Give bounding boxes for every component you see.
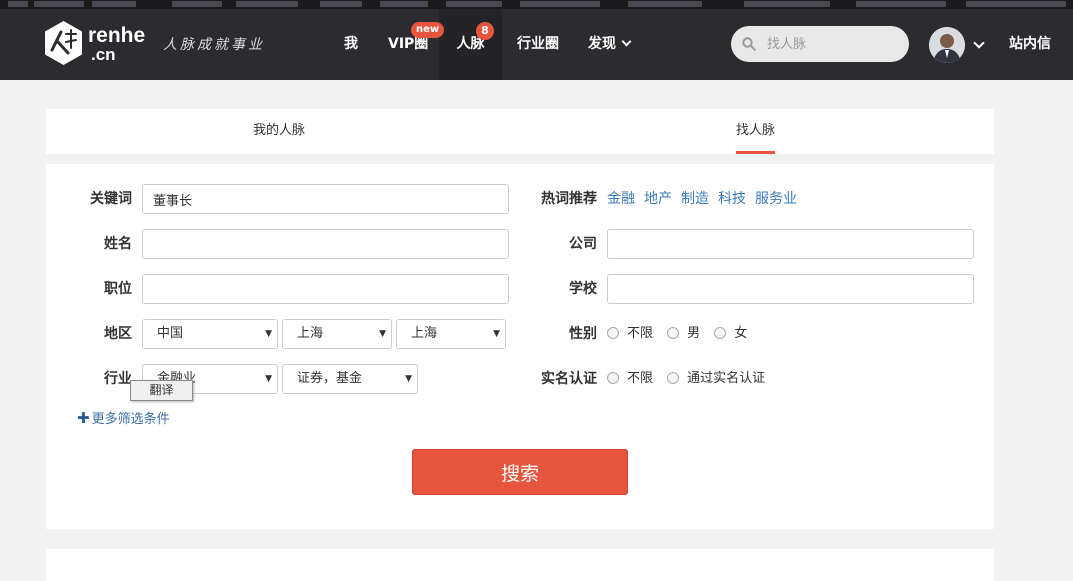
school-input[interactable] bbox=[607, 274, 974, 304]
province-select[interactable]: 上海 ▼ bbox=[282, 319, 392, 349]
search-icon[interactable] bbox=[742, 37, 756, 51]
logo-wordmark[interactable]: renhe .cn bbox=[88, 25, 145, 64]
more-filters-label: 更多筛选条件 bbox=[91, 412, 170, 427]
gender-any-radio[interactable]: 不限 bbox=[607, 319, 653, 349]
verification-any-radio[interactable]: 不限 bbox=[607, 364, 653, 394]
name-input[interactable] bbox=[142, 229, 509, 259]
industry-label: 行业 bbox=[104, 371, 132, 387]
radio-circle-icon bbox=[607, 327, 619, 339]
nav-item-discover[interactable]: 发现 bbox=[588, 9, 632, 80]
plus-icon: ✚ bbox=[77, 409, 90, 427]
gender-male-radio[interactable]: 男 bbox=[667, 319, 700, 349]
city-select-value: 上海 bbox=[411, 326, 438, 341]
radio-circle-icon bbox=[607, 372, 619, 384]
hot-word-link[interactable]: 制造 bbox=[681, 184, 709, 214]
keyword-label: 关键词 bbox=[90, 191, 132, 207]
tab-find-label: 找人脉 bbox=[736, 123, 776, 138]
nav-item-connections[interactable]: 人脉 bbox=[439, 9, 502, 80]
new-badge: new bbox=[411, 22, 445, 38]
company-label: 公司 bbox=[569, 236, 597, 252]
dropdown-arrow-icon: ▼ bbox=[379, 329, 386, 339]
results-panel bbox=[46, 549, 994, 581]
school-label: 学校 bbox=[569, 281, 597, 297]
gender-option-label: 男 bbox=[687, 326, 701, 341]
user-photo-icon bbox=[929, 27, 965, 63]
tab-find-connections[interactable]: 找人脉 bbox=[736, 109, 776, 154]
people-search-box bbox=[731, 26, 909, 62]
chevron-down-icon bbox=[621, 36, 632, 47]
search-button[interactable]: 搜索 bbox=[412, 449, 628, 495]
verification-option-label: 不限 bbox=[627, 371, 654, 386]
position-label: 职位 bbox=[104, 281, 132, 297]
gender-option-label: 女 bbox=[734, 326, 748, 341]
verification-label: 实名认证 bbox=[541, 371, 597, 387]
dropdown-arrow-icon: ▼ bbox=[493, 329, 500, 339]
sub-industry-select-value: 证券，基金 bbox=[297, 371, 363, 386]
dropdown-arrow-icon: ▼ bbox=[265, 329, 272, 339]
radio-circle-icon bbox=[714, 327, 727, 339]
hot-word-link[interactable]: 金融 bbox=[607, 184, 635, 214]
search-form: 关键词 姓名 职位 地区 中国▼ 上海▼ 上海▼ 行业 金融业▼ 证券，基金▼ … bbox=[46, 164, 994, 529]
browser-bookmarks-bar bbox=[0, 0, 1073, 9]
gender-option-label: 不限 bbox=[627, 326, 654, 341]
people-search-input[interactable] bbox=[767, 26, 899, 62]
slogan: 人脉成就事业 bbox=[163, 37, 265, 53]
dropdown-arrow-icon: ▼ bbox=[265, 374, 272, 384]
inbox-link[interactable]: 站内信 bbox=[1009, 9, 1051, 80]
dropdown-arrow-icon: ▼ bbox=[405, 374, 412, 384]
hot-word-link[interactable]: 科技 bbox=[718, 184, 746, 214]
verification-radio-group: 不限 通过实名认证 bbox=[607, 364, 775, 394]
nav-discover-label: 发现 bbox=[588, 36, 616, 52]
country-select[interactable]: 中国 ▼ bbox=[142, 319, 278, 349]
company-input[interactable] bbox=[607, 229, 974, 259]
nav-item-vip-circle[interactable]: VIP圈 bbox=[388, 9, 428, 80]
account-chevron-down-icon[interactable] bbox=[973, 37, 985, 49]
hot-word-link[interactable]: 服务业 bbox=[755, 184, 797, 214]
city-select[interactable]: 上海 ▼ bbox=[396, 319, 506, 349]
hot-word-link[interactable]: 地产 bbox=[644, 184, 672, 214]
radio-circle-icon bbox=[667, 327, 680, 339]
notification-count-badge: 8 bbox=[476, 22, 494, 40]
country-select-value: 中国 bbox=[157, 326, 184, 341]
keyword-input[interactable] bbox=[142, 184, 509, 214]
translate-popup-button[interactable]: 翻译 bbox=[130, 380, 193, 401]
verification-verified-radio[interactable]: 通过实名认证 bbox=[667, 364, 765, 394]
top-navigation-bar: renhe .cn 人脉成就事业 我 VIP圈 人脉 行业圈 发现 new 8 … bbox=[0, 9, 1073, 80]
name-label: 姓名 bbox=[104, 236, 132, 252]
active-tab-indicator bbox=[736, 151, 776, 154]
renhe-logo-icon[interactable] bbox=[44, 20, 83, 66]
connections-tabs: 我的人脉 找人脉 bbox=[46, 109, 994, 154]
gender-radio-group: 不限 男 女 bbox=[607, 319, 757, 349]
position-input[interactable] bbox=[142, 274, 509, 304]
region-label: 地区 bbox=[104, 326, 132, 342]
radio-circle-icon bbox=[667, 372, 680, 384]
sub-industry-select[interactable]: 证券，基金 ▼ bbox=[282, 364, 418, 394]
gender-female-radio[interactable]: 女 bbox=[714, 319, 747, 349]
province-select-value: 上海 bbox=[297, 326, 324, 341]
nav-item-industry-circle[interactable]: 行业圈 bbox=[517, 9, 559, 80]
gender-label: 性别 bbox=[569, 326, 597, 342]
verification-option-label: 通过实名认证 bbox=[687, 371, 766, 386]
nav-item-me[interactable]: 我 bbox=[344, 9, 358, 80]
hot-words-label: 热词推荐 bbox=[541, 191, 597, 207]
tab-my-connections[interactable]: 我的人脉 bbox=[253, 109, 305, 154]
avatar[interactable] bbox=[929, 27, 965, 63]
more-filters-link[interactable]: ✚ 更多筛选条件 bbox=[77, 408, 170, 430]
